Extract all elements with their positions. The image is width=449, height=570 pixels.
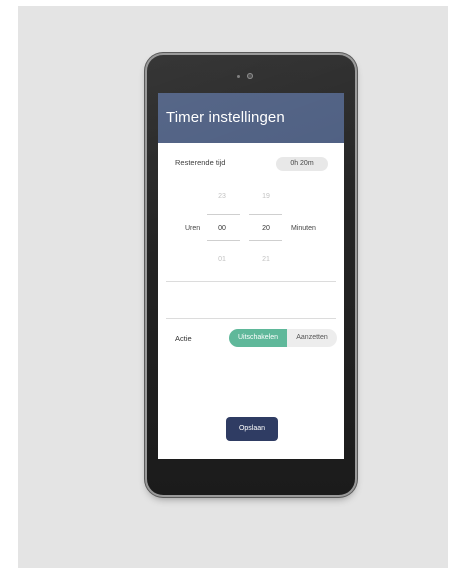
sensor-dot <box>237 75 240 78</box>
hours-current[interactable]: 00 <box>207 225 237 232</box>
minutes-prev[interactable]: 19 <box>251 193 281 200</box>
phone-device: Timer instellingen Resterende tijd 0h 20… <box>147 55 355 495</box>
page-title: Timer instellingen <box>166 109 285 126</box>
hours-prev[interactable]: 23 <box>207 193 237 200</box>
divider-top <box>166 281 336 282</box>
minutes-selection-line-bottom <box>249 240 282 241</box>
save-button[interactable]: Opslaan <box>226 417 278 441</box>
hours-selection-line-top <box>207 214 240 215</box>
toggle-aanzetten[interactable]: Aanzetten <box>287 329 337 347</box>
minutes-selection-line-top <box>249 214 282 215</box>
header-bar: Timer instellingen <box>158 93 344 143</box>
minutes-next[interactable]: 21 <box>251 256 281 263</box>
action-label: Actie <box>175 334 192 343</box>
minutes-current[interactable]: 20 <box>251 225 281 232</box>
toggle-uitschakelen[interactable]: Uitschakelen <box>229 329 287 347</box>
divider-bottom <box>166 318 336 319</box>
remaining-time-badge: 0h 20m <box>276 157 328 171</box>
remaining-time-label: Resterende tijd <box>175 158 226 167</box>
app-screen: Timer instellingen Resterende tijd 0h 20… <box>158 93 344 459</box>
hours-selection-line-bottom <box>207 240 240 241</box>
hours-label: Uren <box>185 225 201 232</box>
hours-next[interactable]: 01 <box>207 256 237 263</box>
minutes-label: Minuten <box>291 225 316 232</box>
front-camera-icon <box>247 73 253 79</box>
